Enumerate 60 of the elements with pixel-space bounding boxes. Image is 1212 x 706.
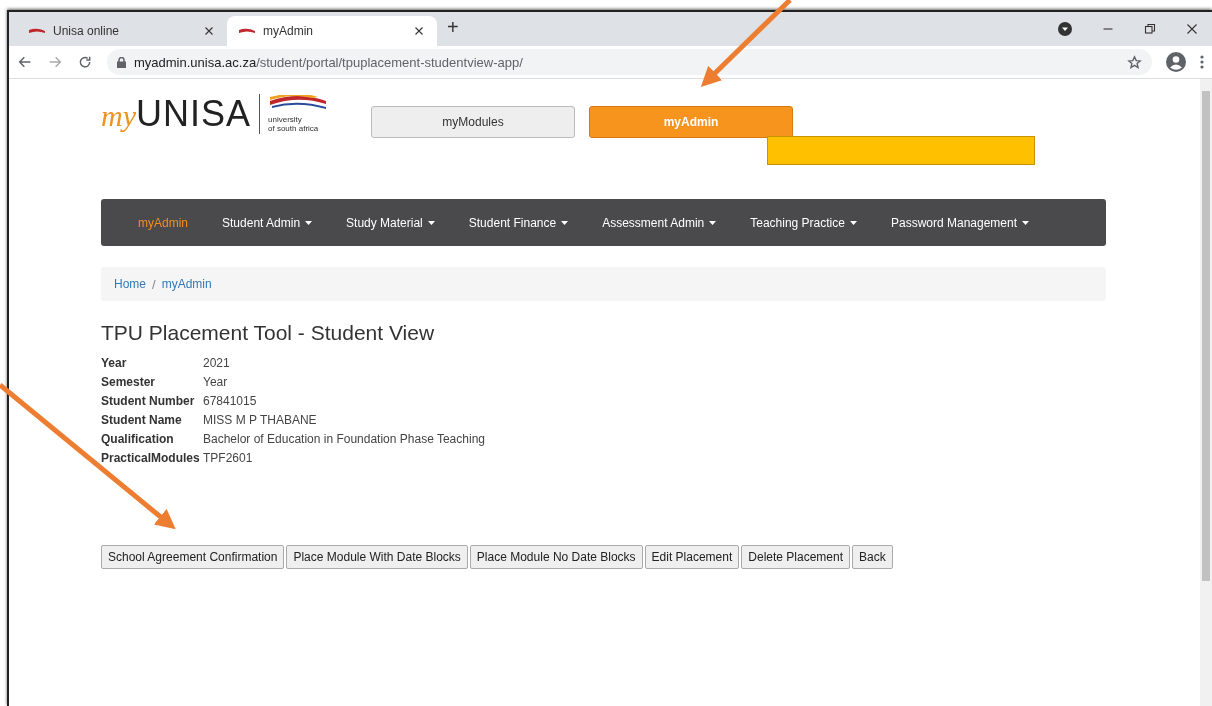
new-tab-button[interactable]: + — [437, 15, 469, 43]
caret-icon — [305, 221, 313, 226]
detail-value: MISS M P THABANE — [203, 412, 318, 428]
breadcrumb-separator: / — [152, 276, 156, 292]
scrollbar[interactable] — [1200, 79, 1212, 706]
detail-value: 2021 — [203, 355, 231, 371]
logo-text: UNISA — [136, 93, 251, 135]
flag-icon — [239, 27, 255, 35]
detail-label: Student Number — [101, 393, 196, 409]
portal-button[interactable]: myModules — [371, 106, 575, 138]
detail-value: Bachelor of Education in Foundation Phase Teaching — [203, 431, 486, 447]
breadcrumb-link[interactable]: Home — [114, 277, 146, 291]
caret-icon — [561, 221, 569, 226]
flag-logo-icon — [268, 95, 328, 111]
profile-dropdown-icon[interactable] — [1058, 22, 1072, 36]
nav-item[interactable]: Assessment Admin — [585, 215, 734, 230]
menu-icon[interactable] — [1200, 55, 1204, 69]
browser-tab[interactable]: myAdmin — [227, 16, 437, 46]
page-title: TPU Placement Tool - Student View — [101, 321, 436, 345]
action-button[interactable]: Back — [852, 545, 893, 569]
action-button[interactable]: Delete Placement — [741, 545, 851, 569]
lock-icon — [117, 56, 126, 68]
nav-item[interactable]: Student Finance — [451, 215, 586, 230]
caret-icon — [709, 221, 717, 226]
breadcrumb-link[interactable]: myAdmin — [161, 277, 212, 291]
action-button[interactable]: Place Module With Date Blocks — [286, 545, 468, 569]
restore-icon[interactable] — [1144, 23, 1156, 35]
detail-value: Year — [203, 374, 229, 390]
detail-label: PracticalModules — [101, 450, 201, 466]
logo-subtitle: university — [268, 115, 303, 124]
nav-item[interactable]: Study Material — [329, 215, 452, 230]
action-button[interactable]: School Agreement Confirmation — [101, 545, 285, 569]
close-icon[interactable] — [1186, 23, 1198, 35]
detail-label: Year — [101, 355, 128, 371]
action-button[interactable]: Place Module No Date Blocks — [469, 545, 643, 569]
action-button[interactable]: Edit Placement — [644, 545, 740, 569]
nav-item[interactable]: myAdmin — [121, 215, 205, 230]
caret-icon — [1022, 221, 1030, 226]
logo-text: my — [101, 99, 136, 133]
address-bar[interactable]: myadmin.unisa.ac.za/student/portal/tpuplacement-studentview-app/ — [107, 49, 1152, 75]
nav-item[interactable]: Password Management — [873, 215, 1047, 230]
logo-subtitle: of south africa — [268, 124, 320, 133]
detail-value: TPF2601 — [203, 450, 254, 466]
nav-item[interactable]: Student Admin — [205, 215, 330, 230]
detail-label: Student Name — [101, 412, 183, 428]
flag-icon — [29, 27, 45, 35]
back-icon[interactable] — [17, 54, 33, 70]
close-icon[interactable] — [413, 25, 425, 37]
browser-tab[interactable]: Unisa online — [17, 16, 227, 46]
star-icon[interactable] — [1127, 54, 1142, 70]
close-icon[interactable] — [203, 25, 215, 37]
account-icon[interactable] — [1166, 52, 1186, 72]
caret-icon — [849, 221, 857, 226]
reload-icon[interactable] — [77, 54, 93, 70]
detail-label: Qualification — [101, 431, 175, 447]
nav-item[interactable]: Teaching Practice — [733, 215, 874, 230]
url-text: myadmin.unisa.ac.za/student/portal/tpuplacement-studentview-app/ — [134, 54, 523, 70]
detail-label: Semester — [101, 374, 157, 390]
detail-value: 67841015 — [203, 393, 258, 409]
caret-icon — [427, 221, 435, 226]
